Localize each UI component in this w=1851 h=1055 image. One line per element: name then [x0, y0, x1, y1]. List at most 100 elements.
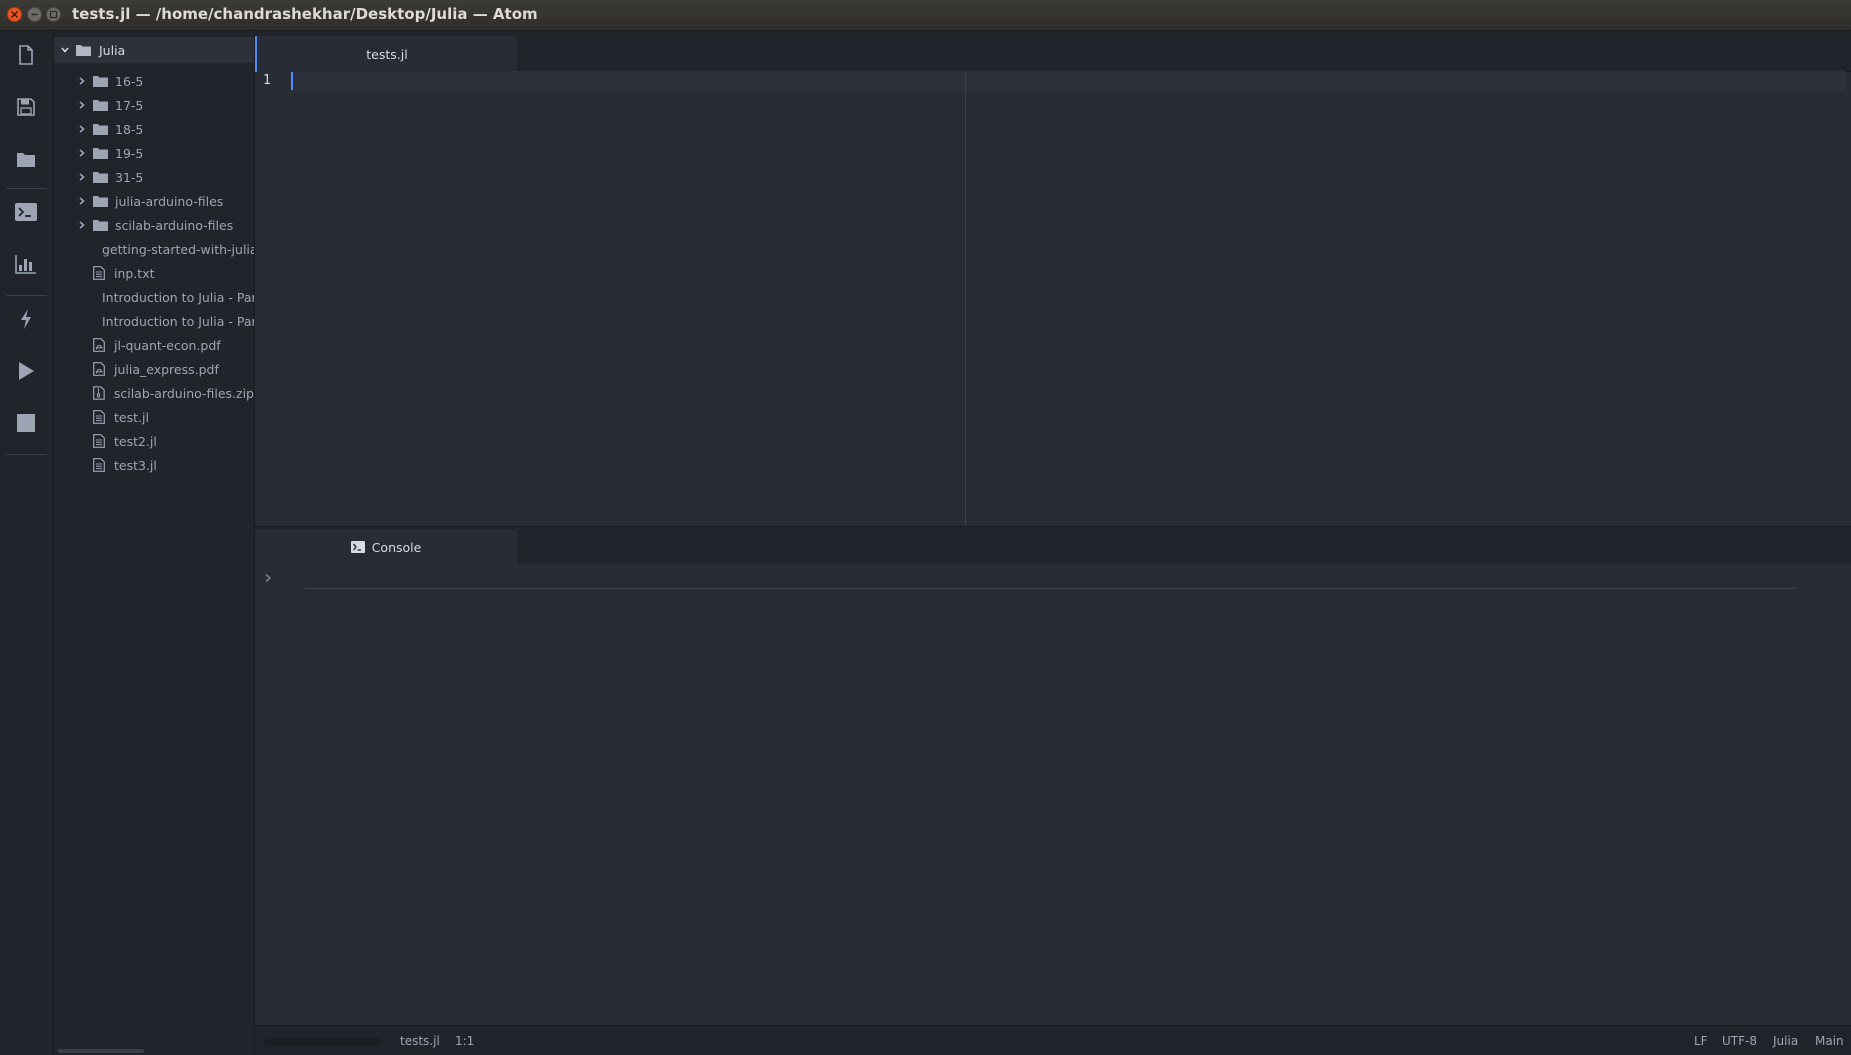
repl-button[interactable]	[12, 198, 40, 226]
status-encoding[interactable]: UTF-8	[1722, 1034, 1757, 1048]
chevron-right-icon	[79, 197, 85, 205]
folder-icon	[93, 100, 108, 111]
window-title: tests.jl — /home/chandrashekhar/Desktop/…	[72, 5, 538, 23]
lightning-button[interactable]	[12, 305, 40, 333]
status-module[interactable]: Main	[1815, 1034, 1844, 1048]
status-file-name[interactable]: tests.jl	[400, 1034, 440, 1048]
chevron-down-icon	[61, 47, 69, 53]
folder-icon	[76, 45, 91, 56]
tree-file-item[interactable]: Introduction to Julia - Part	[54, 285, 254, 309]
tree-item-label: 18-5	[115, 121, 144, 137]
editor-text-area[interactable]	[285, 71, 1845, 525]
save-icon	[17, 98, 35, 116]
tree-item-label: scilab-arduino-files.zip	[113, 385, 254, 401]
tree-file-item[interactable]: scilab-arduino-files.zip	[54, 381, 254, 405]
pdf-file-icon	[93, 338, 105, 352]
folder-icon	[93, 124, 108, 135]
tree-scrollbar[interactable]	[58, 1049, 144, 1053]
chevron-right-icon	[79, 149, 85, 157]
terminal-icon	[350, 541, 365, 553]
tab-tests-jl[interactable]: tests.jl	[255, 36, 517, 72]
open-folder-button[interactable]	[12, 145, 40, 173]
tree-file-item[interactable]: test2.jl	[54, 429, 254, 453]
tree-file-item[interactable]: getting-started-with-julia-	[54, 237, 254, 261]
console-tab-bar: Console	[255, 526, 1851, 564]
chevron-right-icon	[79, 221, 85, 229]
tab-label: tests.jl	[366, 46, 408, 62]
tree-file-item[interactable]: jl-quant-econ.pdf	[54, 333, 254, 357]
tree-folder-item[interactable]: 17-5	[54, 93, 254, 117]
tree-root-label: Julia	[99, 42, 126, 58]
maximize-icon	[49, 10, 58, 19]
tree-item-label: julia-arduino-files	[115, 193, 224, 209]
tab-console[interactable]: Console	[255, 530, 517, 564]
tree-item-label: scilab-arduino-files	[115, 217, 234, 233]
status-grammar[interactable]: Julia	[1773, 1034, 1798, 1048]
status-cursor-position[interactable]: 1:1	[455, 1034, 474, 1048]
tree-item-label: 19-5	[115, 145, 144, 161]
atom-window: tests.jl — /home/chandrashekhar/Desktop/…	[0, 0, 1851, 1055]
tree-item-label: test2.jl	[114, 433, 157, 449]
close-icon	[11, 11, 18, 18]
plot-pane-button[interactable]	[12, 250, 40, 278]
tree-folder-item[interactable]: julia-arduino-files	[54, 189, 254, 213]
stop-button[interactable]	[12, 409, 40, 437]
tree-folder-item[interactable]: 19-5	[54, 141, 254, 165]
status-line-ending[interactable]: LF	[1694, 1034, 1708, 1048]
run-icon	[19, 362, 34, 380]
pdf-file-icon	[93, 362, 105, 376]
toolbar-separator	[6, 295, 47, 296]
prompt-chevron-icon	[265, 573, 272, 583]
tree-view: Julia 16-5 17-5 18-5 19-5 31-5 julia-arduino-…	[54, 31, 255, 1055]
lightning-icon	[21, 309, 31, 329]
run-button[interactable]	[12, 357, 40, 385]
tree-file-item[interactable]: test3.jl	[54, 453, 254, 477]
plot-pane-icon	[15, 255, 36, 274]
chevron-right-icon	[79, 101, 85, 109]
text-file-icon	[93, 410, 105, 424]
stop-icon	[17, 414, 35, 432]
new-file-icon	[19, 45, 33, 65]
tree-file-item[interactable]: inp.txt	[54, 261, 254, 285]
julia-toolbar	[0, 31, 54, 1055]
tree-item-label: test.jl	[114, 409, 149, 425]
new-file-button[interactable]	[12, 41, 40, 69]
folder-icon	[93, 76, 108, 87]
toolbar-separator	[6, 188, 47, 189]
tree-file-item[interactable]: julia_express.pdf	[54, 357, 254, 381]
tree-folder-item[interactable]: 16-5	[54, 69, 254, 93]
close-window-button[interactable]	[7, 7, 22, 22]
editor-area: tests.jl 1 Console	[255, 31, 1851, 1025]
tree-item-label: Introduction to Julia - Part	[102, 313, 255, 329]
console-body[interactable]	[255, 563, 1851, 1025]
chevron-right-icon	[79, 77, 85, 85]
minimize-window-button[interactable]	[27, 7, 42, 22]
tree-item-label: jl-quant-econ.pdf	[114, 337, 221, 353]
console-input-line[interactable]	[305, 588, 1795, 589]
maximize-window-button[interactable]	[46, 7, 61, 22]
tree-item-label: test3.jl	[114, 457, 157, 473]
tree-file-item[interactable]: Introduction to Julia - Part	[54, 309, 254, 333]
folder-icon	[93, 196, 108, 207]
tree-root-folder[interactable]: Julia	[54, 37, 254, 63]
editor-tab-bar: tests.jl	[255, 31, 1851, 72]
tree-item-label: 17-5	[115, 97, 144, 113]
chevron-right-icon	[79, 125, 85, 133]
folder-icon	[93, 148, 108, 159]
text-file-icon	[93, 458, 105, 472]
tree-folder-item[interactable]: 18-5	[54, 117, 254, 141]
zip-file-icon	[93, 386, 105, 400]
chevron-right-icon	[79, 173, 85, 181]
tree-file-item[interactable]: test.jl	[54, 405, 254, 429]
toolbar-separator	[6, 454, 47, 455]
tree-item-label: 16-5	[115, 73, 144, 89]
line-number: 1	[263, 73, 271, 88]
progress-track	[263, 1038, 383, 1046]
save-button[interactable]	[12, 93, 40, 121]
tree-item-label: Introduction to Julia - Part	[102, 289, 255, 305]
folder-icon	[93, 172, 108, 183]
tree-folder-item[interactable]: 31-5	[54, 165, 254, 189]
tree-folder-item[interactable]: scilab-arduino-files	[54, 213, 254, 237]
tree-item-label: getting-started-with-julia-	[102, 241, 255, 257]
tree-item-label: julia_express.pdf	[114, 361, 219, 377]
